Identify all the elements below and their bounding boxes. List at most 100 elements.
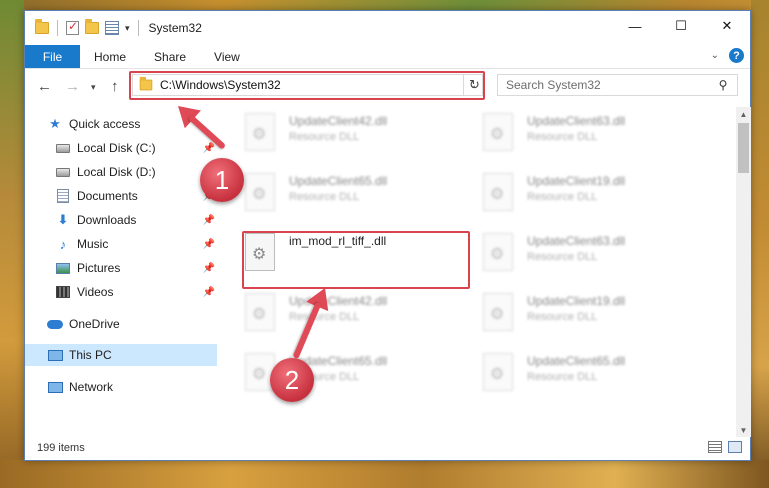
scroll-up-icon[interactable]: ▲ (736, 107, 751, 121)
file-item[interactable]: UpdateClient42.dll Resource DLL (245, 111, 475, 159)
nav-documents[interactable]: Documents 📌 (55, 185, 215, 207)
music-note-icon: ♪ (59, 236, 67, 252)
address-highlight-box (129, 71, 485, 100)
customize-toolbar-chevron-icon[interactable]: ▾ (125, 23, 130, 34)
status-bar: 199 items (25, 436, 750, 460)
tab-view[interactable]: View (200, 45, 254, 68)
close-button[interactable]: ✕ (704, 11, 750, 41)
up-arrow-icon[interactable]: ↑ (111, 78, 119, 95)
videos-film-icon (55, 284, 71, 300)
network-icon (47, 379, 63, 395)
pin-icon[interactable]: 📌 (203, 287, 215, 298)
navigation-pane: ★ Quick access Local Disk (C:) 📌 Local D… (25, 107, 218, 432)
tab-home[interactable]: Home (80, 45, 140, 68)
help-icon[interactable]: ? (729, 48, 744, 63)
search-icon[interactable]: ⚲ (715, 78, 731, 92)
file-item[interactable]: UpdateClient42.dllResource DLL (245, 291, 475, 339)
view-switcher (708, 441, 742, 453)
nav-label: This PC (69, 348, 112, 362)
nav-downloads[interactable]: ⬇ Downloads 📌 (55, 209, 215, 231)
search-input[interactable] (506, 78, 715, 92)
nav-local-disk-d[interactable]: Local Disk (D:) (55, 161, 215, 183)
nav-label: OneDrive (69, 317, 120, 331)
nav-network[interactable]: Network (47, 376, 113, 398)
dll-file-icon (245, 173, 279, 213)
file-item[interactable]: UpdateClient65.dll Resource DLL (245, 171, 475, 219)
nav-quick-access[interactable]: ★ Quick access (47, 113, 140, 135)
file-name: UpdateClient19.dll (527, 174, 626, 188)
search-box[interactable]: ⚲ (497, 74, 738, 96)
file-item[interactable]: UpdateClient63.dll Resource DLL (483, 111, 713, 159)
download-arrow-icon: ⬇ (57, 212, 69, 227)
tab-file[interactable]: File (25, 45, 80, 68)
title-bar: ▾ System32 — ☐ ✕ (25, 11, 750, 45)
details-view-icon[interactable] (708, 441, 722, 453)
minimize-button[interactable]: — (612, 11, 658, 41)
nav-label: Documents (77, 189, 138, 203)
back-arrow-icon[interactable]: ← (37, 78, 52, 95)
file-type: Resource DLL (527, 191, 598, 203)
tab-share[interactable]: Share (140, 45, 200, 68)
file-type: Resource DLL (289, 131, 360, 143)
file-item[interactable]: UpdateClient19.dll Resource DLL (483, 291, 713, 339)
item-count: 199 items (37, 442, 85, 454)
pin-icon[interactable]: 📌 (203, 239, 215, 250)
vertical-scrollbar[interactable]: ▲ ▼ (736, 107, 751, 437)
pin-icon[interactable]: 📌 (203, 215, 215, 226)
file-item[interactable]: UpdateClient19.dll Resource DLL (483, 171, 713, 219)
file-type: Resource DLL (527, 251, 598, 263)
nav-pictures[interactable]: Pictures 📌 (55, 257, 215, 279)
file-type: Resource DLL (289, 191, 360, 203)
nav-this-pc[interactable]: This PC (47, 344, 112, 366)
file-type: Resource DLL (527, 131, 598, 143)
file-item[interactable]: UpdateClient63.dll Resource DLL (483, 231, 713, 279)
nav-label: Local Disk (D:) (77, 165, 156, 179)
nav-label: Local Disk (C:) (77, 141, 156, 155)
desktop-wallpaper-right (751, 0, 769, 488)
step-badge-1: 1 (200, 158, 244, 202)
file-name: UpdateClient42.dll (289, 114, 388, 128)
nav-videos[interactable]: Videos 📌 (55, 281, 215, 303)
nav-label: Music (77, 237, 109, 251)
pin-icon[interactable]: 📌 (203, 263, 215, 274)
recent-locations-chevron-icon[interactable]: ▾ (91, 82, 96, 93)
file-name: UpdateClient63.dll (527, 114, 626, 128)
ribbon-tabs: File Home Share View ⌄ ? (25, 45, 750, 69)
properties-icon[interactable] (105, 21, 119, 35)
scroll-thumb[interactable] (738, 123, 749, 173)
dll-file-icon (483, 293, 517, 333)
file-highlight-box (242, 231, 470, 289)
file-item[interactable]: UpdateClient65.dll Resource DLL (483, 351, 713, 399)
tiles-view-icon[interactable] (728, 441, 742, 453)
file-type: Resource DLL (527, 311, 598, 323)
scroll-down-icon[interactable]: ▼ (736, 423, 751, 437)
desktop-wallpaper-bottom (0, 460, 769, 488)
nav-label: Pictures (77, 261, 121, 275)
expand-ribbon-chevron-icon[interactable]: ⌄ (711, 50, 719, 61)
drive-icon (55, 140, 71, 156)
drive-icon (55, 164, 71, 180)
properties-check-icon[interactable] (66, 19, 79, 35)
address-row: ← → ▾ ↑ C:\Windows\System32 ⌄ ↻ ⚲ (25, 69, 750, 105)
dll-file-icon (483, 173, 517, 213)
file-name: UpdateClient42.dll (289, 294, 388, 308)
nav-label: Videos (77, 285, 114, 299)
separator (57, 20, 58, 36)
pictures-icon (55, 260, 71, 276)
ribbon-right-controls: ⌄ ? (711, 48, 744, 63)
nav-onedrive[interactable]: OneDrive (47, 313, 120, 335)
file-name: UpdateClient65.dll (527, 354, 626, 368)
new-folder-icon[interactable] (85, 19, 99, 34)
quick-access-toolbar: ▾ (25, 19, 141, 36)
nav-music[interactable]: ♪ Music 📌 (55, 233, 215, 255)
forward-arrow-icon[interactable]: → (65, 78, 80, 95)
nav-local-disk-c[interactable]: Local Disk (C:) 📌 (55, 137, 215, 159)
dll-file-icon (483, 233, 517, 273)
file-name: UpdateClient63.dll (527, 234, 626, 248)
file-explorer-window: ▾ System32 — ☐ ✕ File Home Share View ⌄ … (24, 10, 751, 461)
desktop-wallpaper-left (0, 0, 24, 488)
dll-file-icon (245, 293, 279, 333)
documents-icon (55, 188, 71, 204)
nav-label: Quick access (69, 117, 141, 131)
maximize-button[interactable]: ☐ (658, 11, 704, 41)
